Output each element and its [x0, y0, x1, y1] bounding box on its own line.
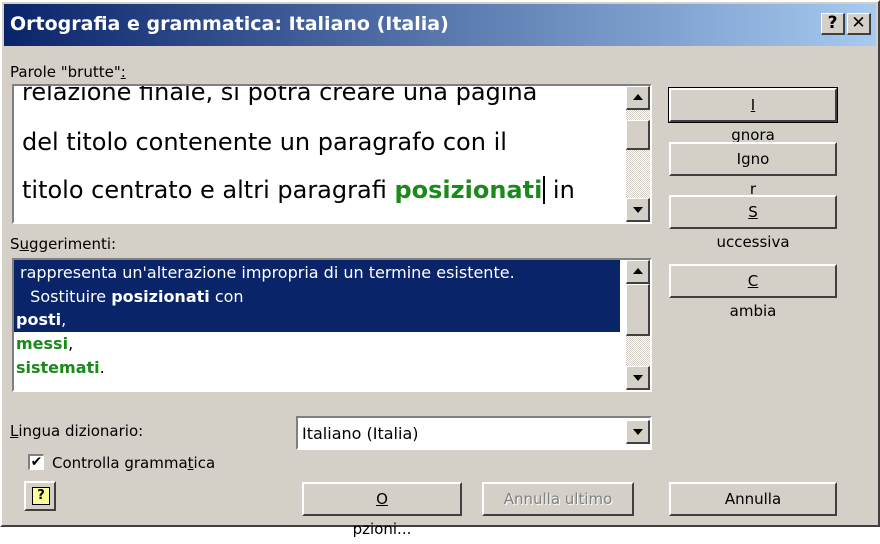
bad-words-scrollbar[interactable] — [626, 86, 650, 222]
suggestions-label: Suggerimenti: — [10, 235, 117, 253]
ignore-button-label: Ignora — [731, 96, 775, 144]
check-grammar-label[interactable]: Controlla grammatica — [52, 454, 215, 472]
scroll-down-button[interactable] — [626, 198, 650, 222]
sentence-line-3: titolo centrato e altri paragrafi posizi… — [22, 176, 575, 204]
dropdown-button[interactable] — [626, 420, 650, 444]
check-grammar-checkbox[interactable]: ✔ — [28, 454, 44, 470]
suggestions-scroll-up-button[interactable] — [626, 260, 650, 284]
chevron-down-icon — [633, 429, 643, 435]
help-assistant-icon: ? — [32, 487, 50, 505]
suggestion-explanation-line-1: rappresenta un'alterazione impropria di … — [14, 260, 620, 286]
question-mark-icon: ? — [827, 13, 838, 33]
suggestion-item-sistemati[interactable]: sistemati. — [14, 356, 105, 380]
undo-last-button-label: Annulla ultimo — [503, 490, 613, 508]
title-bar[interactable]: Ortografia e grammatica: Italiano (Itali… — [4, 4, 876, 46]
ignore-rule-button[interactable]: Ignora regola — [669, 142, 837, 228]
ignore-button[interactable]: Ignora — [668, 87, 838, 144]
bad-words-textbox[interactable]: relazione finale, si potrà creare una pa… — [12, 84, 652, 224]
dictionary-language-select[interactable]: Italiano (Italia) — [296, 416, 652, 450]
dictionary-language-label: Lingua dizionario: — [10, 422, 144, 440]
arrow-down-icon — [633, 375, 643, 381]
bad-words-label-text: Parole "brutte" — [10, 63, 121, 81]
help-button[interactable]: ? — [821, 13, 845, 35]
suggestions-listbox[interactable]: rappresenta un'alterazione impropria di … — [12, 258, 652, 392]
options-button[interactable]: Opzioni... — [302, 482, 462, 538]
suggestion-explanation-line-2: Sostituire posizionati con — [14, 286, 620, 308]
arrow-up-icon — [633, 94, 643, 100]
change-button-label: Cambia — [729, 272, 777, 320]
sentence-line-2: del titolo contenente un paragrafo con i… — [22, 128, 507, 156]
flagged-word: posizionati — [394, 176, 543, 204]
options-button-label: Opzioni... — [352, 490, 412, 538]
suggestions-scrollbar[interactable] — [626, 260, 650, 390]
suggestion-item-posti[interactable]: posti, — [14, 308, 620, 332]
suggestions-scroll-down-button[interactable] — [626, 366, 650, 390]
bad-words-label: Parole "brutte": — [10, 63, 126, 81]
cancel-button-label: Annulla — [724, 490, 782, 508]
close-icon: ✕ — [851, 13, 866, 33]
close-button[interactable]: ✕ — [847, 13, 871, 35]
scroll-up-button[interactable] — [626, 86, 650, 110]
cancel-button[interactable]: Annulla — [669, 482, 837, 516]
suggestion-item-messi[interactable]: messi, — [14, 332, 73, 356]
sentence-line-3-start: titolo centrato e altri paragrafi — [22, 176, 395, 204]
scroll-thumb[interactable] — [626, 120, 650, 150]
arrow-up-icon — [633, 268, 643, 274]
next-button-label: Successiva — [716, 203, 790, 251]
office-assistant-button[interactable]: ? — [24, 481, 56, 511]
sentence-line-3-end: in — [545, 176, 575, 204]
dictionary-language-value: Italiano (Italia) — [302, 424, 419, 443]
sentence-line-1: relazione finale, si potrà creare una pa… — [22, 84, 538, 106]
next-button[interactable]: Successiva — [669, 195, 837, 251]
arrow-down-icon — [633, 207, 643, 213]
window-title: Ortografia e grammatica: Italiano (Itali… — [10, 13, 449, 35]
undo-last-button[interactable]: Annulla ultimo — [482, 482, 634, 516]
change-button[interactable]: Cambia — [669, 264, 837, 320]
checkmark-icon: ✔ — [30, 454, 43, 470]
bad-words-label-accel: : — [120, 63, 126, 81]
suggestions-scroll-thumb[interactable] — [626, 284, 650, 336]
spelling-grammar-dialog: Ortografia e grammatica: Italiano (Itali… — [0, 0, 880, 538]
